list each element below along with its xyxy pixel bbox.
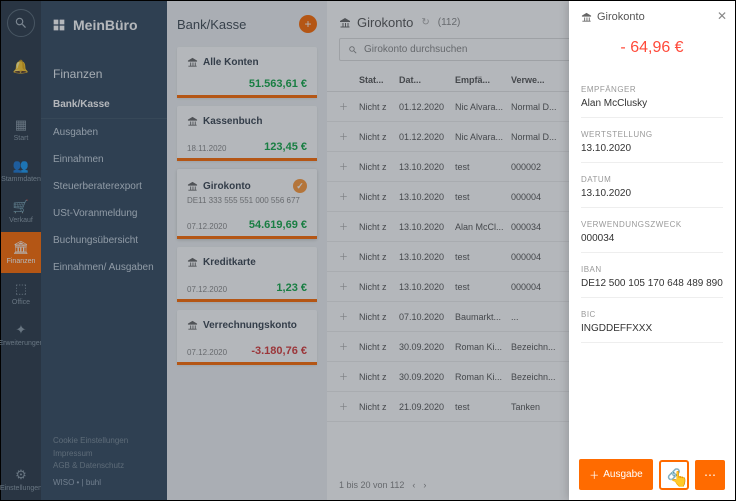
global-search[interactable]	[7, 9, 35, 37]
nav-item[interactable]: Einnahmen	[41, 146, 167, 173]
nav-item[interactable]: USt-Voranmeldung	[41, 200, 167, 227]
refresh-icon[interactable]: ↻	[421, 17, 429, 28]
field-label: IBAN	[581, 265, 723, 274]
rail-office[interactable]: ⬚Office	[1, 273, 41, 314]
close-icon[interactable]: ✕	[717, 9, 727, 23]
section-title: Finanzen	[41, 39, 167, 91]
field-label: DATUM	[581, 175, 723, 184]
rail-finanzen[interactable]: 🏛Finanzen	[1, 232, 41, 273]
field-value: 000034	[581, 233, 723, 244]
accounts-title: Bank/Kasse	[177, 17, 246, 32]
field-value: 13.10.2020	[581, 143, 723, 154]
field-value: INGDDEFFXXX	[581, 323, 723, 334]
nav-item[interactable]: Bank/Kasse	[41, 91, 167, 119]
field-label: WERTSTELLUNG	[581, 130, 723, 139]
account-card[interactable]: Kreditkarte07.12.20201,23 €	[177, 247, 317, 302]
link-button[interactable]: 🔗	[659, 460, 689, 490]
more-button[interactable]: ⋯	[695, 460, 725, 490]
field-label: BIC	[581, 310, 723, 319]
rail-start[interactable]: ▦Start	[1, 109, 41, 150]
nav-item[interactable]: Buchungsübersicht	[41, 227, 167, 254]
field-value: 13.10.2020	[581, 188, 723, 199]
rail-stammdaten[interactable]: 👥Stammdaten	[1, 150, 41, 191]
field-value: DE12 500 105 170 648 489 890	[581, 278, 723, 289]
detail-panel: ✕ Girokonto - 64,96 € EMPFÄNGERAlan McCl…	[569, 1, 735, 500]
add-account-button[interactable]: +	[299, 15, 317, 33]
rail-einstellungen[interactable]: ⚙Einstellungen	[1, 459, 41, 500]
field-value: Alan McClusky	[581, 98, 723, 109]
brand: MeinBüro	[41, 11, 167, 39]
rail-verkauf[interactable]: 🛒Verkauf	[1, 191, 41, 232]
search-input[interactable]: Girokonto durchsuchen	[339, 38, 587, 61]
rail-erweiterungen[interactable]: ✦Erweiterungen	[1, 314, 41, 355]
nav-item[interactable]: Ausgaben	[41, 119, 167, 146]
ausgabe-button[interactable]: ＋ Ausgabe	[579, 459, 653, 490]
detail-amount: - 64,96 €	[569, 29, 735, 73]
footer-links: Cookie Einstellungen Impressum AGB & Dat…	[41, 427, 167, 500]
check-icon: ✓	[293, 179, 307, 193]
rail-notifications[interactable]: 🔔	[1, 51, 41, 85]
account-card[interactable]: Alle Konten51.563,61 €	[177, 47, 317, 98]
nav-item[interactable]: Einnahmen/ Ausgaben	[41, 254, 167, 281]
account-card[interactable]: Kassenbuch18.11.2020123,45 €	[177, 106, 317, 161]
account-card[interactable]: Verrechnungskonto07.12.2020-3.180,76 €	[177, 310, 317, 365]
nav-item[interactable]: Steuerberaterexport	[41, 173, 167, 200]
field-label: EMPFÄNGER	[581, 85, 723, 94]
field-label: VERWENDUNGSZWECK	[581, 220, 723, 229]
account-card[interactable]: Girokonto✓DE11 333 555 551 000 556 67707…	[177, 169, 317, 239]
